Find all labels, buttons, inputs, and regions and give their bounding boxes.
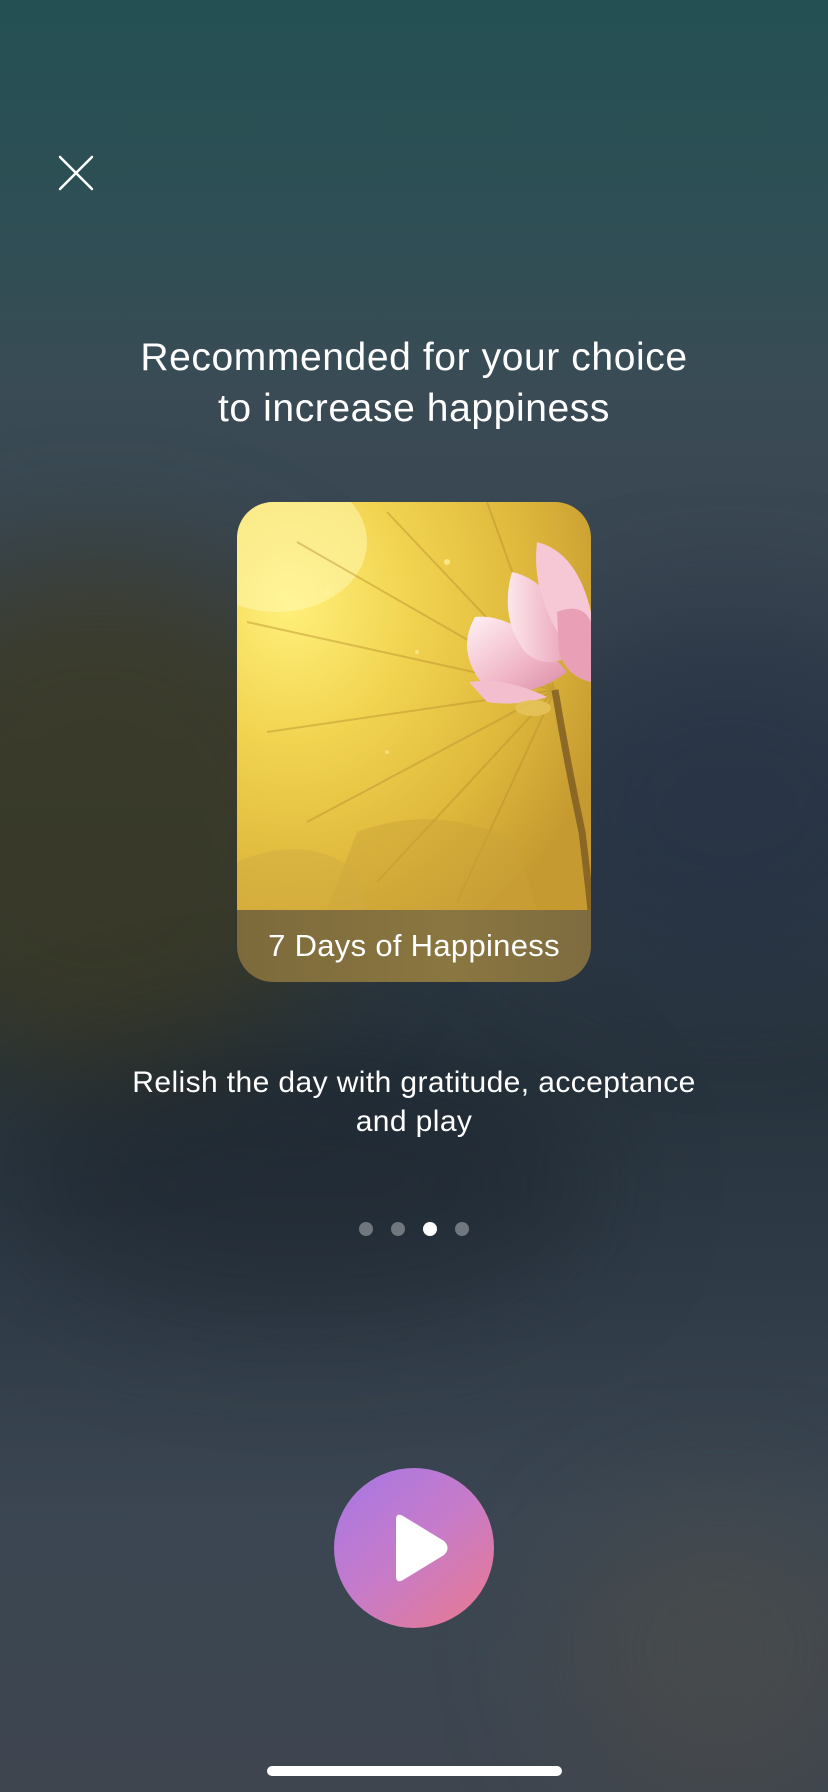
course-card-footer: 7 Days of Happiness [237,910,591,982]
close-button[interactable] [48,145,104,201]
screen: Recommended for your choice to increase … [0,0,828,1792]
page-dot-4[interactable] [455,1222,469,1236]
page-title: Recommended for your choice to increase … [0,332,828,434]
play-icon [396,1514,448,1582]
play-button[interactable] [334,1468,494,1628]
course-description-line-2: and play [355,1105,473,1138]
home-indicator[interactable] [267,1766,562,1776]
page-title-line-1: Recommended for your choice [140,336,688,379]
background-blur-warm [560,1500,828,1792]
course-description-line-1: Relish the day with gratitude, acceptanc… [132,1066,696,1099]
page-indicator[interactable] [0,1222,828,1238]
lotus-flower-image [237,502,591,910]
course-card-title: 7 Days of Happiness [268,928,560,963]
page-dot-2[interactable] [391,1222,405,1236]
course-description: Relish the day with gratitude, acceptanc… [60,1063,768,1141]
page-dot-1[interactable] [359,1222,373,1236]
page-dot-3[interactable] [423,1222,437,1236]
close-icon [58,155,94,191]
page-title-line-2: to increase happiness [217,387,610,430]
course-card[interactable]: 7 Days of Happiness [237,502,591,982]
